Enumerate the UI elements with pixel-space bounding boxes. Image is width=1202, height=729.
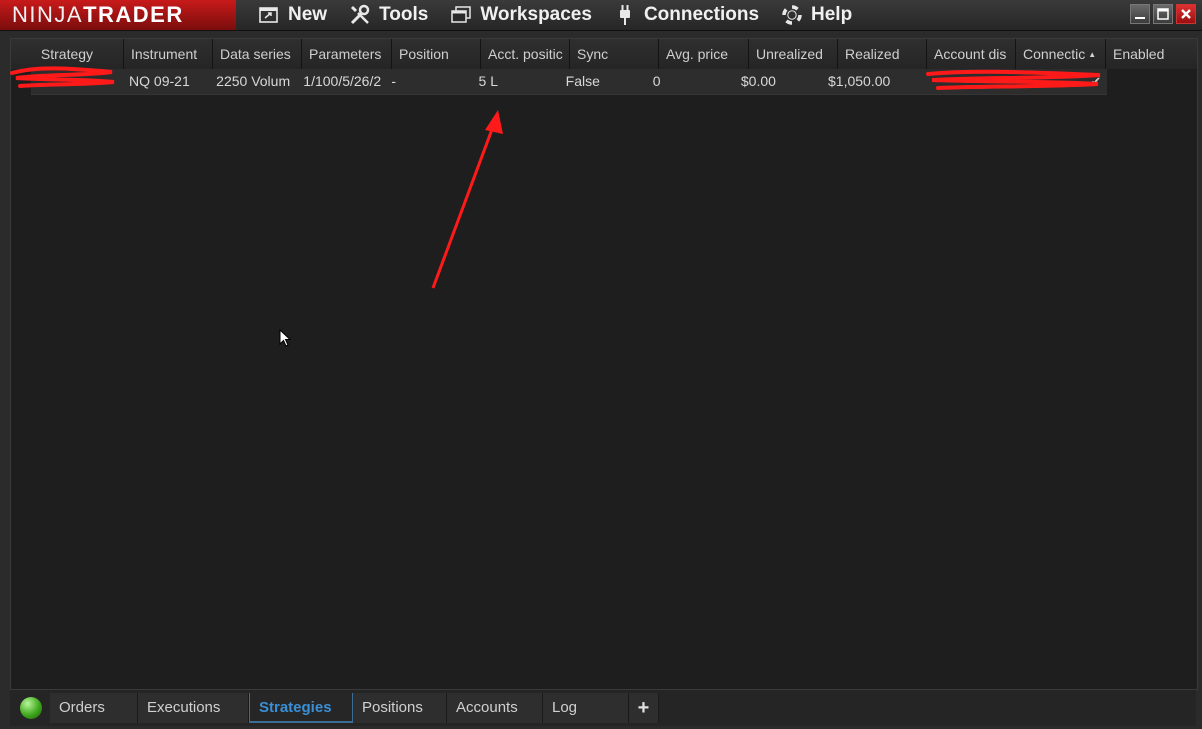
tab-executions[interactable]: Executions xyxy=(138,693,249,723)
menu-connections[interactable]: Connections xyxy=(614,0,759,30)
cell-instrument: NQ 09-21 xyxy=(129,73,190,89)
minimize-button[interactable] xyxy=(1130,4,1150,24)
cell-acct-position: 5 L xyxy=(478,73,498,89)
menu-bar: NINJA TRADER New Tools Workspaces Connect… xyxy=(0,0,1202,31)
cell-sync: False xyxy=(565,73,600,89)
column-header-instrument[interactable]: Instrument xyxy=(124,39,213,69)
column-header-realized[interactable]: Realized xyxy=(838,39,927,69)
column-header-acct-position[interactable]: Acct. positic xyxy=(481,39,570,69)
checkmark-icon: ✔ xyxy=(1090,74,1102,89)
column-header-avg-price[interactable]: Avg. price xyxy=(659,39,749,69)
cell-realized: $1,050.00 xyxy=(828,73,891,89)
cell-avg-price: 0 xyxy=(652,73,661,89)
menu-help[interactable]: Help xyxy=(781,0,852,30)
plug-icon xyxy=(614,4,636,26)
new-window-icon xyxy=(258,4,280,26)
connection-status-icon xyxy=(20,697,42,719)
cell-unrealized: $0.00 xyxy=(740,73,776,89)
workspaces-icon xyxy=(450,4,472,26)
column-header-unrealized[interactable]: Unrealized xyxy=(749,39,838,69)
column-header-enabled[interactable]: Enabled xyxy=(1106,39,1186,69)
tools-icon xyxy=(349,4,371,26)
tab-positions[interactable]: Positions xyxy=(353,693,447,723)
grid-header: Strategy Instrument Data series Paramete… xyxy=(11,39,1197,69)
menu-workspaces[interactable]: Workspaces xyxy=(450,0,592,30)
strategies-grid: Strategy Instrument Data series Paramete… xyxy=(10,38,1198,690)
menu-new[interactable]: New xyxy=(258,0,327,30)
bottom-tab-bar: Orders Executions Strategies Positions A… xyxy=(10,690,1196,726)
cell-position: - xyxy=(391,73,397,89)
close-button[interactable] xyxy=(1176,4,1196,24)
column-header-sync[interactable]: Sync xyxy=(570,39,659,69)
column-header-strategy[interactable]: Strategy xyxy=(11,39,124,69)
column-header-data-series[interactable]: Data series xyxy=(213,39,302,69)
cell-account-display xyxy=(908,69,995,94)
lifebuoy-icon xyxy=(781,4,803,26)
minimize-icon xyxy=(1135,17,1145,19)
table-row[interactable]: NQ 09-21 2250 Volum 1/100/5/26/2 - 5 L F… xyxy=(31,69,1107,95)
column-header-account-display[interactable]: Account dis xyxy=(927,39,1016,69)
column-header-connection[interactable]: Connectic ▲ xyxy=(1016,39,1106,69)
mouse-cursor-icon xyxy=(279,329,292,347)
maximize-button[interactable] xyxy=(1153,4,1173,24)
column-header-position[interactable]: Position xyxy=(392,39,481,69)
add-tab-button[interactable]: + xyxy=(629,693,659,723)
cell-enabled[interactable]: ✔ xyxy=(1083,69,1107,94)
column-header-parameters[interactable]: Parameters xyxy=(302,39,392,69)
sort-ascending-icon: ▲ xyxy=(1088,50,1097,60)
maximize-icon xyxy=(1157,8,1169,20)
window-controls xyxy=(1130,4,1196,24)
cell-connection xyxy=(995,69,1083,94)
cell-strategy xyxy=(31,69,122,94)
cell-data-series: 2250 Volum xyxy=(216,73,291,89)
tab-orders[interactable]: Orders xyxy=(50,693,138,723)
tab-strategies[interactable]: Strategies xyxy=(249,693,353,723)
ninjatrader-logo[interactable]: NINJA TRADER xyxy=(0,0,236,30)
tab-log[interactable]: Log xyxy=(543,693,629,723)
menu-tools[interactable]: Tools xyxy=(349,0,428,30)
close-icon xyxy=(1181,9,1191,19)
tab-accounts[interactable]: Accounts xyxy=(447,693,543,723)
cell-parameters: 1/100/5/26/2 xyxy=(303,73,382,89)
